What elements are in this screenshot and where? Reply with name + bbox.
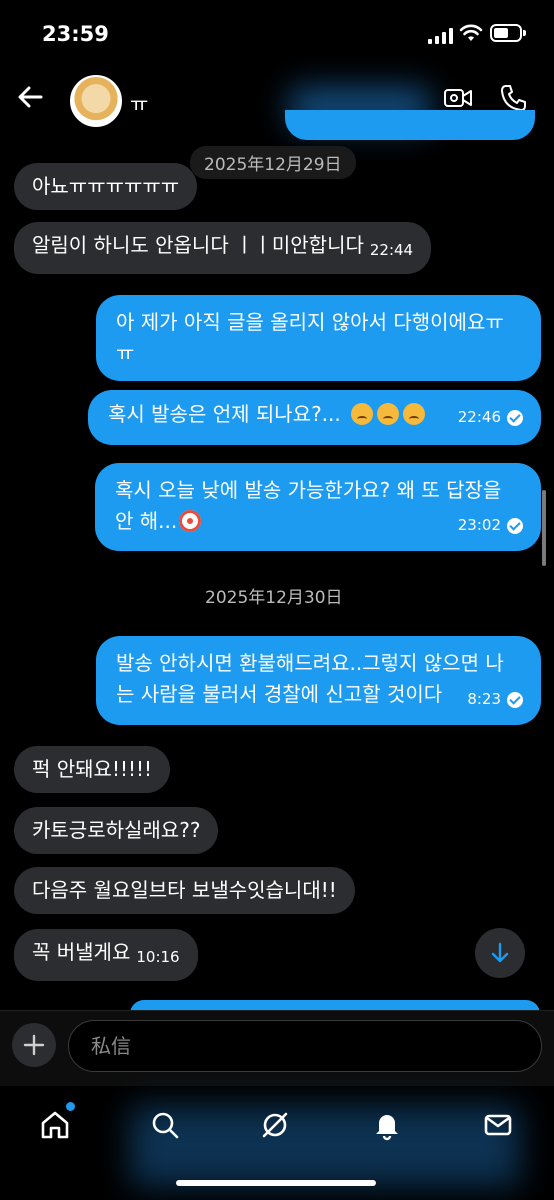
message-bubble-sent[interactable]: 아 제가 아직 글을 올리지 않아서 다행이에요ㅠㅠ [96,295,541,381]
message-meta: 8:23 [467,684,523,715]
message-bubble-received[interactable]: 꼭 버낼게요 10:16 [14,929,198,981]
message-time: 8:23 [467,690,501,708]
sent-check-icon [507,691,523,708]
message-text: 꼭 버낼게요 [32,940,131,964]
crying-cat-icon [351,403,374,425]
message-bubble-received[interactable]: 아뇨ㅠㅠㅠㅠㅠㅠ [14,163,198,210]
message-meta: 23:02 [458,510,523,541]
message-time: 22:44 [369,241,414,259]
sent-check-icon [507,517,523,534]
notification-dot [66,1102,75,1111]
message-bubble-received[interactable]: 퍽 안돼요!!!!! [14,746,171,793]
status-bar: 23:59 [0,0,554,70]
message-bubble-sent[interactable]: 혹시 발송은 언제 되나요?... 22:46 [88,390,541,445]
arrow-left-icon[interactable] [16,82,46,112]
message-composer [0,1010,554,1087]
home-indicator [176,1180,376,1186]
sent-bubble-partial [285,110,535,140]
message-text: 알림이 하니도 안옵니다 ㅣㅣ미안합니다 [32,233,364,257]
arrow-down-icon [491,942,509,963]
message-meta: 22:46 [458,402,523,433]
message-text: 아 제가 아직 글을 올리지 않아서 다행이에요ㅠㅠ [116,310,504,365]
message-time: 10:16 [136,948,180,966]
status-time: 23:59 [42,22,109,46]
tab-search[interactable] [140,1100,190,1150]
message-input[interactable] [68,1020,542,1072]
tab-messages[interactable] [473,1100,523,1150]
message-bubble-received[interactable]: 다음주 월요일브타 보낼수잇습니대!! [14,867,355,914]
grok-icon [262,1112,288,1138]
search-icon [152,1112,179,1139]
crying-cat-icon [377,403,400,425]
message-text: 혹시 오늘 낮에 발송 가능한가요? 왜 또 답장을 안 해... [115,478,502,533]
message-text: 아뇨ㅠㅠㅠㅠㅠㅠ [32,174,180,198]
messages-icon [484,1114,512,1136]
message-text: 다음주 월요일브타 보낼수잇습니대!! [32,878,337,902]
notifications-icon [376,1115,398,1141]
scroll-to-bottom-button[interactable] [475,928,525,978]
plus-icon [23,1034,45,1056]
date-separator: 2025年12月30日 [205,588,343,608]
wifi-icon [459,24,483,41]
add-attachment-button[interactable] [12,1023,56,1067]
cellular-signal-icon [428,28,454,44]
date-separator: 2025年12月29日 [190,146,356,179]
home-icon [41,1111,69,1139]
battery-icon [490,24,526,42]
message-text: 발송 안하시면 환불해드려요..그렇지 않으면 나는 사람을 불러서 경찰에 신… [116,651,504,706]
crying-cat-icon [403,403,426,425]
sent-check-icon [507,409,523,426]
message-bubble-received[interactable]: 카토긍로하실래요?? [14,807,219,854]
tab-grok[interactable] [250,1100,300,1150]
contact-name[interactable]: ㅠ [130,88,148,117]
message-bubble-sent[interactable]: 발송 안하시면 환불해드려요..그렇지 않으면 나는 사람을 불러서 경찰에 신… [96,636,541,725]
scrollbar[interactable] [542,490,546,566]
tab-home[interactable] [30,1100,80,1150]
message-text: 카토긍로하실래요?? [32,818,201,842]
message-time: 23:02 [457,516,501,534]
message-time: 22:46 [457,408,501,426]
message-text: 퍽 안돼요!!!!! [32,757,153,781]
avatar[interactable] [70,75,122,127]
message-text: 혹시 발송은 언제 되나요?... [108,402,341,426]
message-bubble-sent[interactable]: 혹시 오늘 낮에 발송 가능한가요? 왜 또 답장을 안 해... 23:02 [95,463,541,551]
tab-notifications[interactable] [362,1100,412,1150]
clown-face-icon [179,510,202,532]
message-bubble-received[interactable]: 알림이 하니도 안옵니다 ㅣㅣ미안합니다 22:44 [14,222,432,274]
